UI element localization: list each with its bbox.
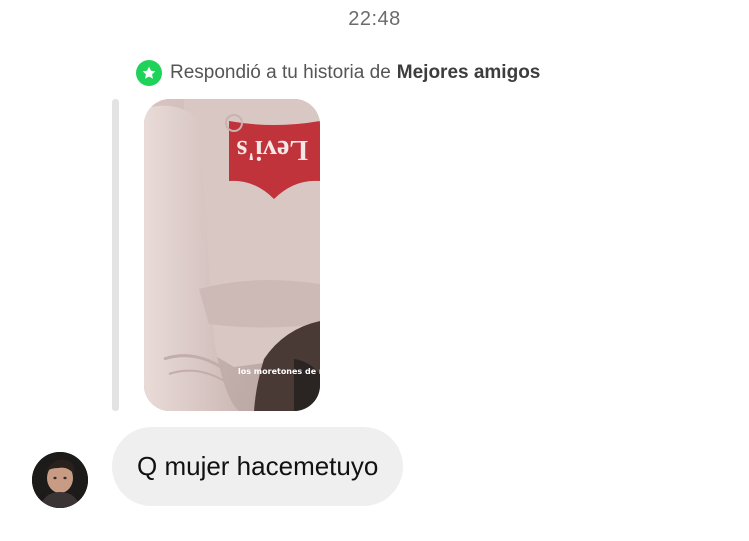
- message-timestamp: 22:48: [348, 8, 401, 30]
- chat-thread: 22:48 Respondió a tu historia de Mejores…: [0, 0, 749, 541]
- message-text: Q mujer hacemetuyo: [137, 451, 379, 481]
- story-thumbnail[interactable]: Levi's los moretones de mi piernas son g…: [144, 99, 320, 411]
- star-icon: [136, 60, 162, 86]
- reply-quote-bar: [112, 99, 119, 411]
- sender-avatar[interactable]: [32, 452, 88, 508]
- story-reply-prefix: Respondió a tu historia de: [170, 62, 391, 83]
- close-friends-label: Mejores amigos: [396, 62, 541, 83]
- message-bubble[interactable]: Q mujer hacemetuyo: [112, 427, 404, 506]
- svg-text:Levi's: Levi's: [236, 134, 308, 165]
- story-sticker-text: los moretones de mi piernas son gol...: [238, 367, 320, 376]
- story-reply-header: Respondió a tu historia de Mejores amigo…: [136, 60, 540, 86]
